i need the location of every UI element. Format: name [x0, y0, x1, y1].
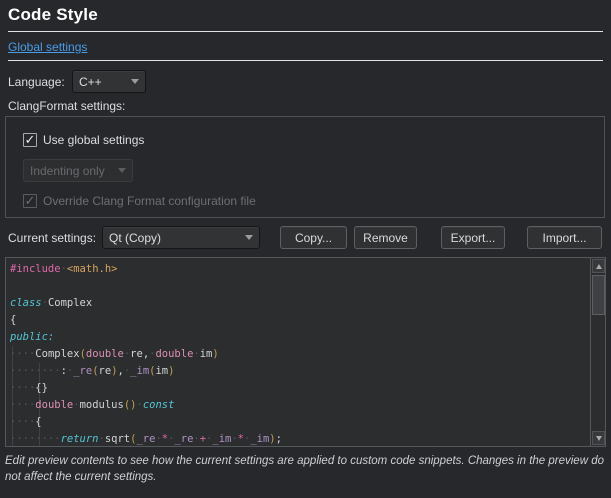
use-global-settings-checkbox[interactable]: ✓ Use global settings [23, 133, 144, 147]
checkbox-label: Override Clang Format configuration file [43, 194, 256, 208]
code-style-settings-page: Code Style Global settings Language: C++… [0, 0, 611, 498]
checkbox-label: Use global settings [43, 133, 144, 147]
checkmark-icon: ✓ [25, 194, 36, 207]
checkbox-box: ✓ [23, 133, 37, 147]
chevron-down-icon [245, 235, 253, 240]
arrow-up-icon [596, 264, 602, 269]
checkbox-box: ✓ [23, 194, 37, 208]
language-combo-value: C++ [79, 75, 125, 89]
current-settings-combo[interactable]: Qt (Copy) [102, 226, 260, 249]
clangformat-groupbox: ✓ Use global settings Indenting only ✓ O… [5, 116, 605, 218]
page-title: Code Style [8, 5, 98, 25]
code-line [10, 278, 589, 295]
code-line: ········return·sqrt(_re·*·_re·+·_im·*·_i… [10, 431, 589, 447]
export-button[interactable]: Export... [441, 226, 505, 249]
copy-button[interactable]: Copy... [280, 226, 347, 249]
code-lines: #include·<math.h>class·Complex{public:··… [10, 261, 589, 447]
global-settings-link[interactable]: Global settings [8, 40, 87, 54]
code-line: #include·<math.h> [10, 261, 589, 278]
code-line: ····double·modulus()·const [10, 397, 589, 414]
code-line: ········:·_re(re),·_im(im) [10, 363, 589, 380]
scrollbar-thumb[interactable] [592, 275, 605, 315]
vertical-scrollbar[interactable] [590, 258, 605, 446]
override-clang-format-checkbox[interactable]: ✓ Override Clang Format configuration fi… [23, 194, 256, 208]
chevron-down-icon [118, 168, 126, 173]
code-line: ····Complex(double·re,·double·im) [10, 346, 589, 363]
indent-mode-combo[interactable]: Indenting only [23, 159, 133, 182]
remove-button[interactable]: Remove [354, 226, 417, 249]
language-label: Language: [8, 75, 65, 89]
scroll-down-button[interactable] [592, 431, 605, 445]
current-settings-label: Current settings: [8, 231, 96, 245]
footer-note: Edit preview contents to see how the cur… [5, 453, 607, 485]
title-separator [8, 31, 603, 32]
code-line: class·Complex [10, 295, 589, 312]
current-settings-combo-value: Qt (Copy) [109, 231, 239, 245]
scroll-up-button[interactable] [592, 259, 605, 273]
code-line: ····{ [10, 414, 589, 431]
indent-mode-combo-value: Indenting only [30, 164, 112, 178]
link-separator [8, 60, 603, 61]
code-line: { [10, 312, 589, 329]
code-line: public: [10, 329, 589, 346]
language-combo[interactable]: C++ [72, 70, 146, 93]
checkmark-icon: ✓ [25, 133, 36, 146]
clangformat-group-label: ClangFormat settings: [8, 99, 125, 113]
chevron-down-icon [131, 79, 139, 84]
code-line: ····{} [10, 380, 589, 397]
code-preview-editor[interactable]: #include·<math.h>class·Complex{public:··… [5, 257, 606, 447]
import-button[interactable]: Import... [527, 226, 602, 249]
arrow-down-icon [596, 436, 602, 441]
